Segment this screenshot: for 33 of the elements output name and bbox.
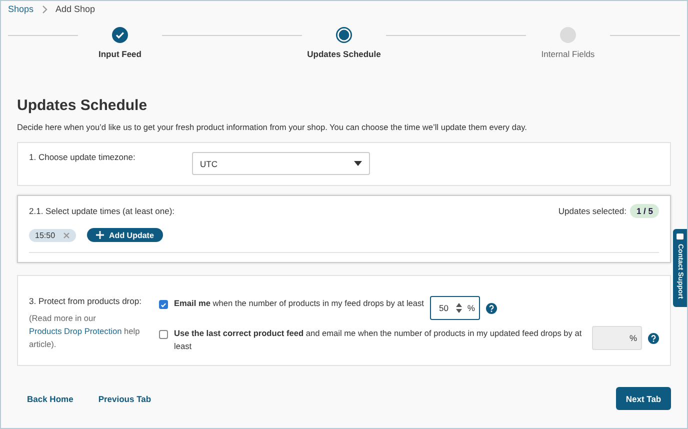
step-label: Input Feed (98, 49, 142, 59)
step-label: Internal Fields (541, 49, 595, 59)
option-text: Email me when the number of products in my feed drops by at least (174, 297, 424, 310)
help-text: (Read more in our Products Drop Protection help article). (29, 312, 141, 351)
next-tab-button[interactable]: Next Tab (616, 387, 671, 410)
footer-link[interactable]: Previous Tab (98, 394, 152, 404)
timezone-select[interactable]: UTC (192, 152, 370, 175)
unit-label: % (467, 303, 475, 313)
breadcrumb-link[interactable]: Shops (8, 4, 34, 14)
plus-icon (96, 231, 104, 239)
add-update-button[interactable]: Add Update (87, 228, 163, 242)
page-heading: Updates Schedule (17, 97, 148, 114)
breadcrumb-current: Add Shop (56, 4, 96, 14)
help-icon[interactable] (486, 303, 497, 314)
time-chip[interactable]: 15:50 (29, 228, 76, 242)
percent-field[interactable]: 50 % (430, 296, 480, 320)
spinner-icon[interactable] (456, 303, 462, 313)
help-icon[interactable] (648, 333, 659, 344)
step-label: Updates Schedule (307, 49, 381, 59)
field-label: 2.1. Select update times (at least one): (29, 206, 175, 216)
footer-link[interactable]: Back Home (27, 394, 74, 404)
field-label: 3. Protect from products drop: (29, 296, 142, 306)
counter-label: Updates selected: (558, 206, 626, 216)
counter-badge: 1 / 5 (630, 204, 659, 218)
help-link[interactable]: Products Drop Protection (29, 326, 122, 336)
option-text: Use the last correct product feed and email me when the number of products in my updated feed drops by at least (174, 327, 583, 353)
dropdown-caret-icon (354, 161, 362, 166)
chevron-icon (42, 4, 48, 14)
page-description: Decide here when you’d like us to get your fresh product information from your shop. You can choose the time we’ll update them every day. (17, 122, 528, 132)
unit-label: % (629, 333, 637, 343)
field-label: 1. Choose update timezone: (29, 152, 136, 164)
checkbox[interactable] (159, 300, 168, 309)
chat-icon (676, 233, 684, 241)
